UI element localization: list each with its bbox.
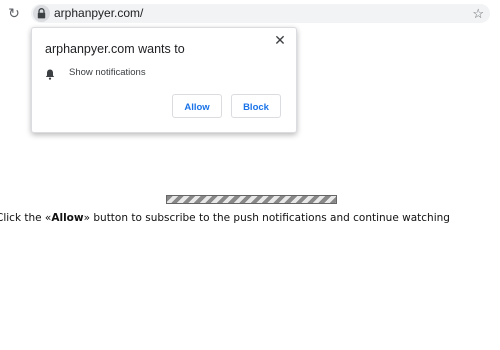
url-text[interactable]: arphanpyer.com/ bbox=[54, 6, 143, 21]
address-bar[interactable]: arphanpyer.com/ ☆ bbox=[31, 4, 490, 23]
browser-toolbar: ↻ arphanpyer.com/ ☆ bbox=[0, 0, 500, 28]
loading-progress-bar bbox=[166, 195, 337, 204]
lock-icon[interactable] bbox=[33, 5, 50, 22]
reload-icon[interactable]: ↻ bbox=[6, 5, 22, 21]
block-button[interactable]: Block bbox=[231, 94, 281, 118]
popup-title: arphanpyer.com wants to bbox=[45, 42, 185, 56]
permission-label: Show notifications bbox=[69, 67, 146, 78]
message-prefix: Click the « bbox=[0, 212, 52, 224]
close-icon[interactable]: ✕ bbox=[272, 32, 288, 48]
bell-icon bbox=[45, 67, 55, 85]
message-suffix: » button to subscribe to the push notifi… bbox=[83, 212, 450, 224]
star-icon[interactable]: ☆ bbox=[472, 5, 484, 22]
allow-button[interactable]: Allow bbox=[172, 94, 222, 118]
progress-fill bbox=[167, 196, 336, 203]
notification-permission-popup: arphanpyer.com wants to ✕ Show notificat… bbox=[31, 27, 297, 133]
subscribe-message: Click the «Allow» button to subscribe to… bbox=[0, 211, 450, 225]
message-highlight: Allow bbox=[51, 212, 84, 224]
